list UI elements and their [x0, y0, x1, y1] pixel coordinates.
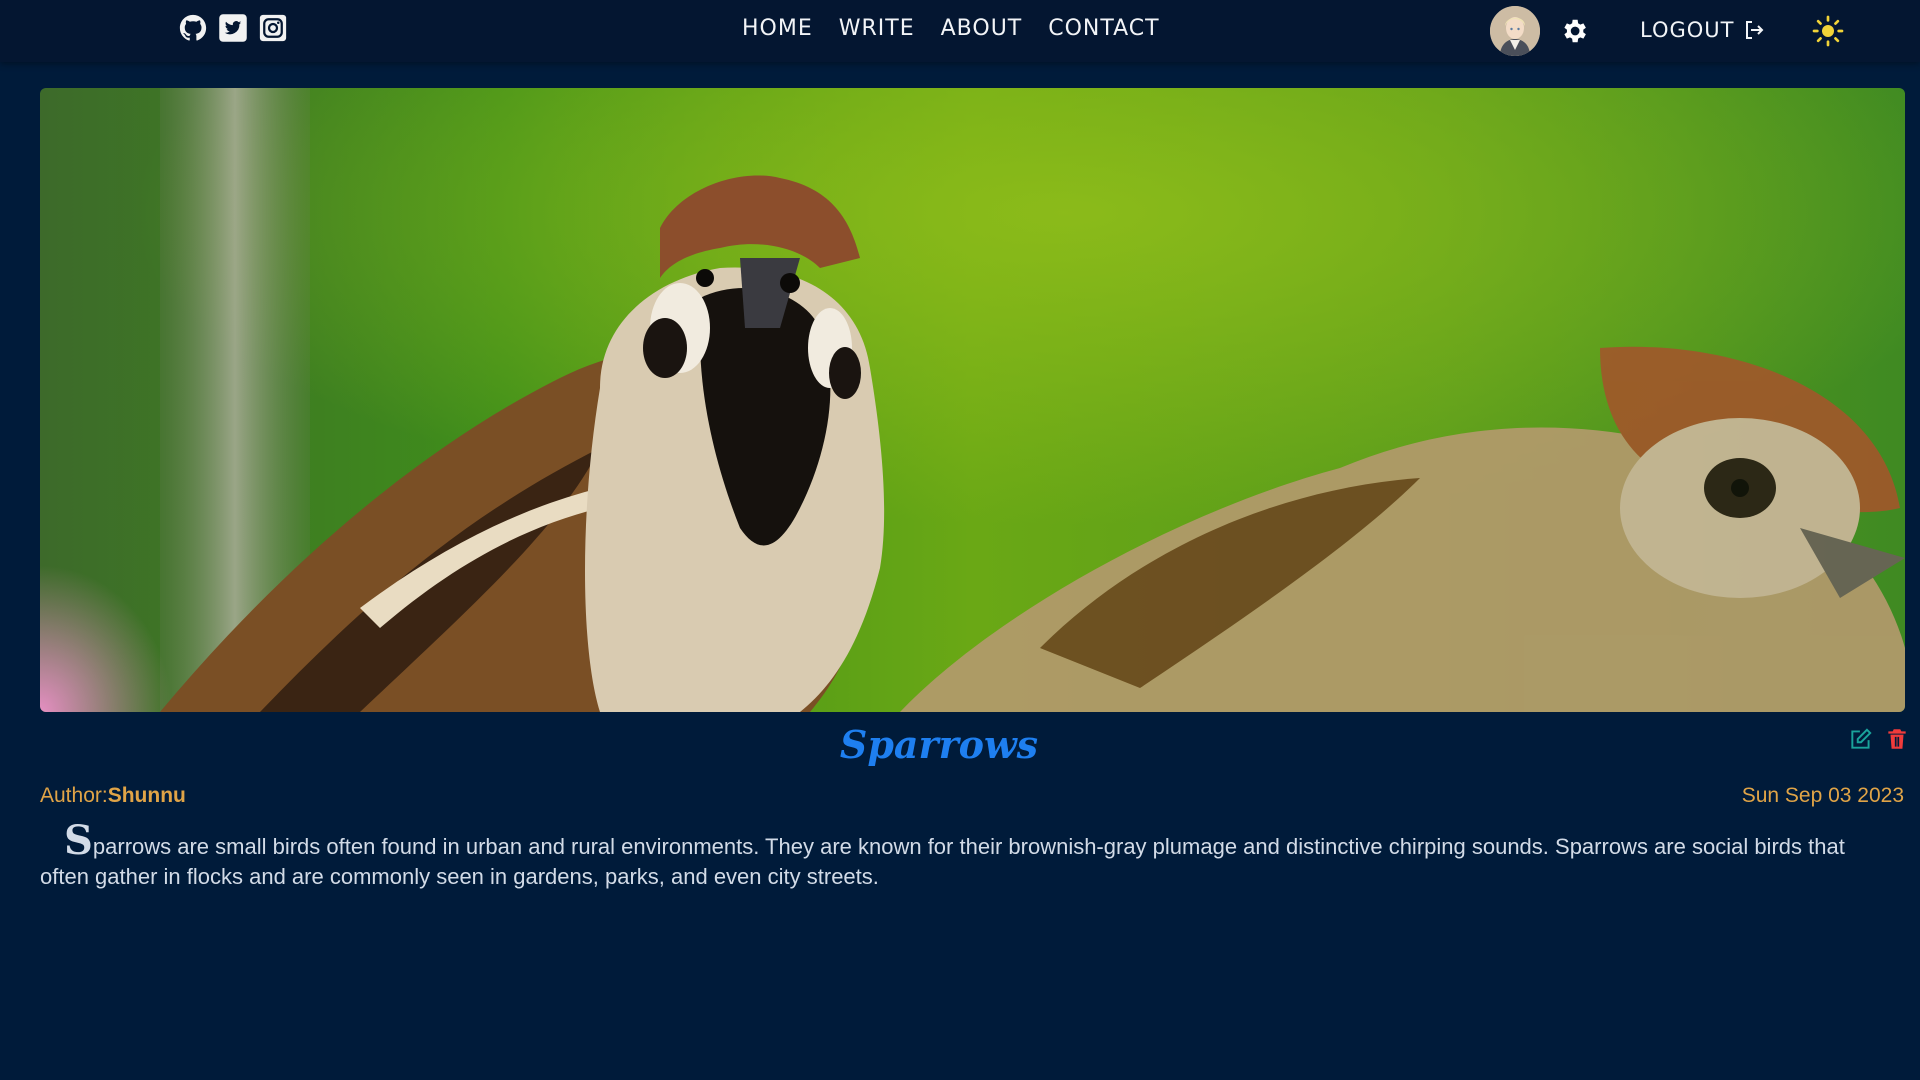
drop-cap: S: [64, 817, 93, 864]
nav-home[interactable]: HOME: [742, 16, 813, 41]
user-controls: LOGOUT: [1490, 6, 1850, 56]
author-prefix: Author:: [40, 784, 108, 807]
main-nav: HOME WRITE ABOUT CONTACT: [742, 16, 1160, 41]
post-cover-image: [40, 88, 1905, 712]
trash-icon[interactable]: [1884, 726, 1910, 752]
twitter-icon[interactable]: [218, 13, 248, 43]
post-title: Sparrows: [839, 722, 1039, 767]
post-body: Sparrows are small birds often found in …: [40, 821, 1895, 892]
github-icon[interactable]: [178, 13, 208, 43]
nav-about[interactable]: ABOUT: [941, 16, 1023, 41]
logout-button[interactable]: LOGOUT: [1640, 18, 1766, 42]
sun-icon[interactable]: [1812, 15, 1844, 47]
author-name[interactable]: Shunnu: [108, 784, 186, 807]
post-author: Author:Shunnu: [40, 784, 186, 808]
top-navbar: HOME WRITE ABOUT CONTACT LOGOUT: [0, 0, 1920, 62]
post-body-text: parrows are small birds often found in u…: [40, 834, 1845, 889]
logout-icon: [1742, 18, 1766, 42]
avatar[interactable]: [1490, 6, 1540, 56]
social-links: [178, 13, 288, 43]
post-date: Sun Sep 03 2023: [1741, 784, 1904, 807]
logout-label: LOGOUT: [1640, 18, 1735, 42]
nav-write[interactable]: WRITE: [839, 16, 915, 41]
nav-contact[interactable]: CONTACT: [1048, 16, 1159, 41]
instagram-icon[interactable]: [258, 13, 288, 43]
gear-icon[interactable]: [1559, 16, 1589, 46]
